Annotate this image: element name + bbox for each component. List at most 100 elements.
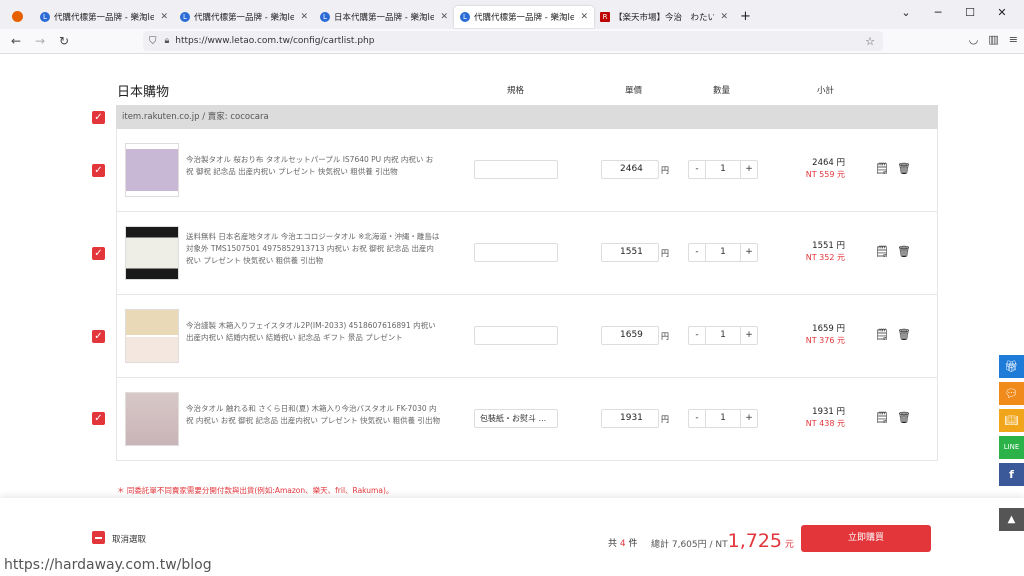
item-checkbox-3[interactable]: ✓	[92, 330, 105, 343]
subtotal-jpy: 1551 円	[812, 241, 845, 251]
table-row: 今治製タオル 桜おり布 タオルセットパープル IS7640 PU 内祝 内祝い …	[117, 129, 937, 212]
subtotal: 1931 円 NT 438 元	[806, 406, 845, 430]
subtotal: 2464 円 NT 559 元	[806, 157, 845, 181]
product-description[interactable]: 送料無料 日本名産地タオル 今治エコロジータオル ※北海道・沖縄・離島は対象外 …	[186, 231, 440, 267]
price-input[interactable]: 1551	[601, 243, 659, 262]
item-checkbox-4[interactable]: ✓	[92, 412, 105, 425]
subtotal-nt: NT 352 元	[805, 253, 845, 262]
address-bar[interactable]: ⛉ 🔒︎ https://www.letao.com.tw/config/car…	[143, 31, 883, 51]
window-controls: ⌄ ─ ☐ ✕	[890, 6, 1018, 19]
note-icon[interactable]: 🗒︎	[875, 328, 889, 341]
cancel-select-checkbox[interactable]	[92, 531, 105, 544]
tab-list-icon[interactable]: ⌄	[890, 6, 922, 19]
browser-tab-5[interactable]: R 【楽天市場】今治 わたいろ ✕	[594, 6, 734, 28]
reload-icon[interactable]: ↻	[52, 34, 76, 48]
plus-button[interactable]: +	[741, 244, 757, 261]
browser-tab-1[interactable]: L代購代標第一品牌 - 樂淘letao✕	[34, 6, 174, 28]
letao-favicon-icon: L	[460, 11, 470, 22]
letao-favicon-icon: L	[180, 11, 190, 22]
browser-tab-4[interactable]: L代購代標第一品牌 - 樂淘letao✕	[454, 5, 594, 28]
back-icon[interactable]: ←	[4, 34, 28, 48]
line-icon[interactable]: LINE	[999, 436, 1024, 459]
shop-header: item.rakuten.co.jp / 賣家: cococara	[116, 105, 938, 129]
note-icon[interactable]: 🗒︎	[875, 162, 889, 175]
new-tab-button[interactable]: +	[734, 6, 758, 28]
sidebar-icon[interactable]: ▥	[988, 33, 998, 46]
scroll-top-icon[interactable]: ▲	[999, 508, 1024, 531]
product-description[interactable]: 今治製タオル 桜おり布 タオルセットパープル IS7640 PU 内祝 内祝い …	[186, 154, 440, 178]
subtotal-nt: NT 438 元	[805, 419, 845, 428]
subtotal-jpy: 1931 円	[812, 407, 845, 417]
quantity-stepper[interactable]: -1 +	[688, 409, 758, 428]
trash-icon[interactable]: 🗑︎	[897, 245, 911, 258]
close-icon[interactable]: ✕	[580, 12, 588, 22]
close-icon[interactable]: ✕	[720, 12, 728, 22]
spec-field[interactable]	[474, 243, 558, 262]
quantity-value[interactable]: 1	[705, 244, 741, 261]
browser-tab-2[interactable]: L代購代標第一品牌 - 樂淘letao✕	[174, 6, 314, 28]
spec-dropdown[interactable]: 包裝紙・お熨斗 ...	[474, 409, 558, 428]
currency-label: 円	[661, 249, 669, 258]
quantity-value[interactable]: 1	[705, 410, 741, 427]
minus-button[interactable]: -	[689, 327, 705, 344]
table-row: 今治タオル 触れる和 さくら日和(夏) 木箱入り今治バスタオル FK-7030 …	[117, 378, 937, 461]
minus-button[interactable]: -	[689, 161, 705, 178]
close-window-icon[interactable]: ✕	[986, 6, 1018, 19]
price-input[interactable]: 1931	[601, 409, 659, 428]
product-image[interactable]	[125, 226, 179, 280]
minimize-icon[interactable]: ─	[922, 6, 954, 19]
pocket-icon[interactable]: ◡	[969, 33, 979, 46]
plus-button[interactable]: +	[741, 410, 757, 427]
shield-icon[interactable]: ⛉	[149, 36, 157, 47]
bookmark-star-icon[interactable]: ☆	[865, 35, 875, 48]
shop-checkbox[interactable]: ✓	[92, 111, 105, 124]
price-input[interactable]: 1659	[601, 326, 659, 345]
product-description[interactable]: 今治謹製 木箱入りフェイスタオル2P(IM-2033) 451860761689…	[186, 320, 440, 344]
note-icon[interactable]: 🗒︎	[875, 245, 889, 258]
total-amount: 總計 7,605円 / NT1,725 元	[651, 530, 794, 552]
close-icon[interactable]: ✕	[440, 12, 448, 22]
product-image[interactable]	[125, 392, 179, 446]
plus-button[interactable]: +	[741, 161, 757, 178]
facebook-icon[interactable]: f	[999, 463, 1024, 486]
spec-field[interactable]	[474, 326, 558, 345]
trash-icon[interactable]: 🗑︎	[897, 411, 911, 424]
rakuten-favicon-icon: R	[600, 11, 610, 22]
minus-button[interactable]: -	[689, 410, 705, 427]
close-icon[interactable]: ✕	[160, 12, 168, 22]
minus-button[interactable]: -	[689, 244, 705, 261]
firefox-menu-icon[interactable]	[0, 6, 34, 28]
product-image[interactable]	[125, 309, 179, 363]
quantity-stepper[interactable]: -1 +	[688, 243, 758, 262]
spec-field[interactable]	[474, 160, 558, 179]
quantity-stepper[interactable]: -1 +	[688, 326, 758, 345]
cart-items: 今治製タオル 桜おり布 タオルセットパープル IS7640 PU 内祝 内祝い …	[116, 129, 938, 461]
trash-icon[interactable]: 🗑︎	[897, 328, 911, 341]
cart-page: 日本購物 規格 單價 數量 小計 ✓ item.rakuten.co.jp / …	[0, 55, 1024, 576]
product-description[interactable]: 今治タオル 触れる和 さくら日和(夏) 木箱入り今治バスタオル FK-7030 …	[186, 403, 440, 427]
maximize-icon[interactable]: ☐	[954, 6, 986, 19]
chat-icon[interactable]: 💬︎	[999, 382, 1024, 405]
note-icon[interactable]: 🗒︎	[875, 411, 889, 424]
buy-now-button[interactable]: 立即購買	[801, 525, 931, 552]
quantity-value[interactable]: 1	[705, 327, 741, 344]
browser-tab-3[interactable]: L日本代購第一品牌 - 樂淘letao✕	[314, 6, 454, 28]
price-input[interactable]: 2464	[601, 160, 659, 179]
trash-icon[interactable]: 🗑︎	[897, 162, 911, 175]
subtotal: 1551 円 NT 352 元	[806, 240, 845, 264]
plus-button[interactable]: +	[741, 327, 757, 344]
product-image[interactable]	[125, 143, 179, 197]
book-icon[interactable]: 📖︎	[999, 409, 1024, 432]
item-checkbox-1[interactable]: ✓	[92, 164, 105, 177]
quantity-value[interactable]: 1	[705, 161, 741, 178]
cancel-select-label[interactable]: 取消選取	[112, 533, 146, 545]
lock-icon[interactable]: 🔒︎	[165, 36, 170, 46]
quantity-stepper[interactable]: -1 +	[688, 160, 758, 179]
item-checkbox-2[interactable]: ✓	[92, 247, 105, 260]
column-qty: 數量	[713, 86, 731, 96]
currency-label: 円	[661, 166, 669, 175]
close-icon[interactable]: ✕	[300, 12, 308, 22]
forward-icon[interactable]: →	[28, 34, 52, 48]
menu-icon[interactable]: ≡	[1009, 33, 1018, 46]
gift-icon[interactable]: 🎁︎	[999, 355, 1024, 378]
